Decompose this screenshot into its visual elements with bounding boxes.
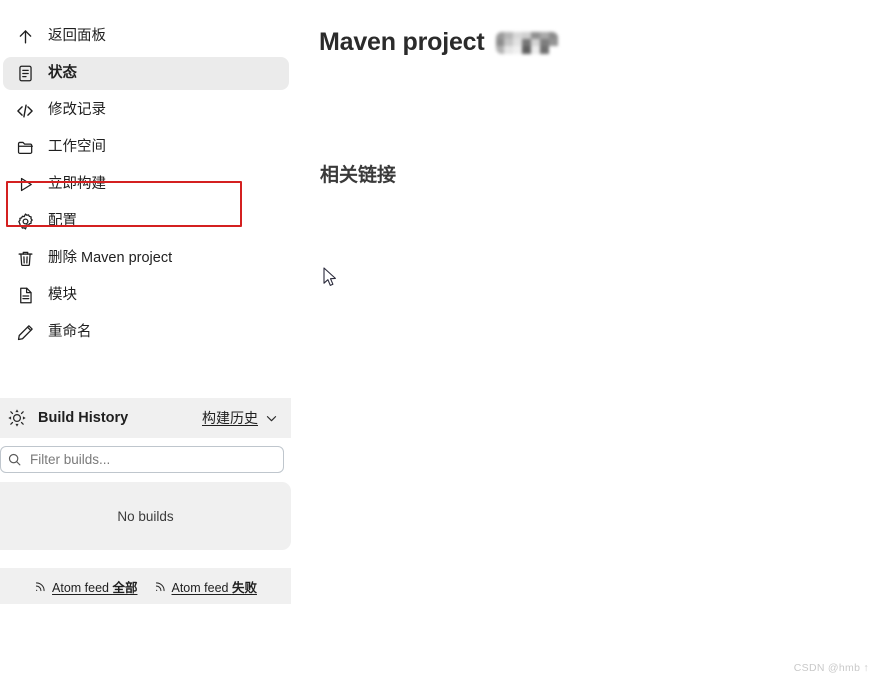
main-content: Maven project 相关链接 (319, 0, 881, 686)
sidebar-item-label: 立即构建 (48, 176, 106, 193)
sidebar-item-label: 配置 (48, 213, 77, 230)
sidebar-item-label: 工作空间 (48, 139, 106, 156)
sidebar-item-status[interactable]: 状态 (3, 57, 289, 90)
sidebar-item-label: 状态 (48, 65, 77, 82)
sidebar: 返回面板 状态 修改记录 工作空间 立即构建 配置 删除 Maven proje… (0, 0, 292, 686)
arrow-up-icon (14, 26, 36, 48)
atom-feed-failed-link[interactable]: Atom feed 失败 (154, 577, 257, 596)
sidebar-item-label: 删除 Maven project (48, 250, 173, 267)
trash-icon (14, 248, 36, 270)
rss-icon (34, 580, 47, 593)
filter-builds-field[interactable] (0, 446, 284, 473)
sidebar-item-modules[interactable]: 模块 (3, 279, 289, 312)
sidebar-item-rename[interactable]: 重命名 (3, 316, 289, 349)
sidebar-item-back-to-dashboard[interactable]: 返回面板 (3, 20, 289, 53)
sidebar-item-label: 返回面板 (48, 28, 106, 45)
pencil-icon (14, 322, 36, 344)
sidebar-item-label: 重命名 (48, 324, 92, 341)
no-builds-label: No builds (117, 508, 174, 524)
build-history-title: Build History (38, 410, 129, 426)
document-status-icon (14, 63, 36, 85)
build-history-trend-link[interactable]: 构建历史 (202, 408, 258, 428)
build-history-filter-row (0, 438, 291, 482)
search-icon (7, 452, 23, 467)
pixelated-redaction-icon (495, 31, 558, 54)
sidebar-item-label: 模块 (48, 287, 77, 304)
atom-feed-all-link[interactable]: Atom feed 全部 (34, 577, 138, 596)
folder-icon (14, 137, 36, 159)
file-icon (14, 285, 36, 307)
build-history-header-actions: 构建历史 (202, 408, 279, 428)
page-title-text: Maven project (319, 28, 485, 56)
atom-feed-bar: Atom feed 全部 Atom feed 失败 (0, 568, 291, 604)
sidebar-item-label: 修改记录 (48, 102, 106, 119)
csdn-watermark: CSDN @hmb ↑ (793, 662, 869, 674)
build-history-panel: Build History 构建历史 No builds (0, 398, 291, 604)
sidebar-item-delete-project[interactable]: 删除 Maven project (3, 242, 289, 275)
build-history-header: Build History 构建历史 (0, 398, 291, 438)
code-brackets-icon (14, 100, 36, 122)
build-history-empty-state: No builds (0, 482, 291, 550)
chevron-down-icon[interactable] (264, 411, 279, 426)
related-links-heading: 相关链接 (320, 165, 397, 186)
task-list: 返回面板 状态 修改记录 工作空间 立即构建 配置 删除 Maven proje… (0, 16, 292, 353)
rss-icon (154, 580, 167, 593)
sidebar-item-workspace[interactable]: 工作空间 (3, 131, 289, 164)
sidebar-item-configure[interactable]: 配置 (3, 205, 289, 238)
sidebar-item-changes[interactable]: 修改记录 (3, 94, 289, 127)
search-input[interactable] (30, 452, 275, 467)
sidebar-item-build-now[interactable]: 立即构建 (3, 168, 289, 201)
play-triangle-icon (14, 174, 36, 196)
page-title: Maven project (319, 28, 558, 57)
atom-feed-failed-label: Atom feed 失败 (171, 580, 257, 595)
atom-feed-all-label: Atom feed 全部 (52, 580, 138, 595)
weather-trend-icon (4, 408, 30, 428)
gear-icon (14, 211, 36, 233)
